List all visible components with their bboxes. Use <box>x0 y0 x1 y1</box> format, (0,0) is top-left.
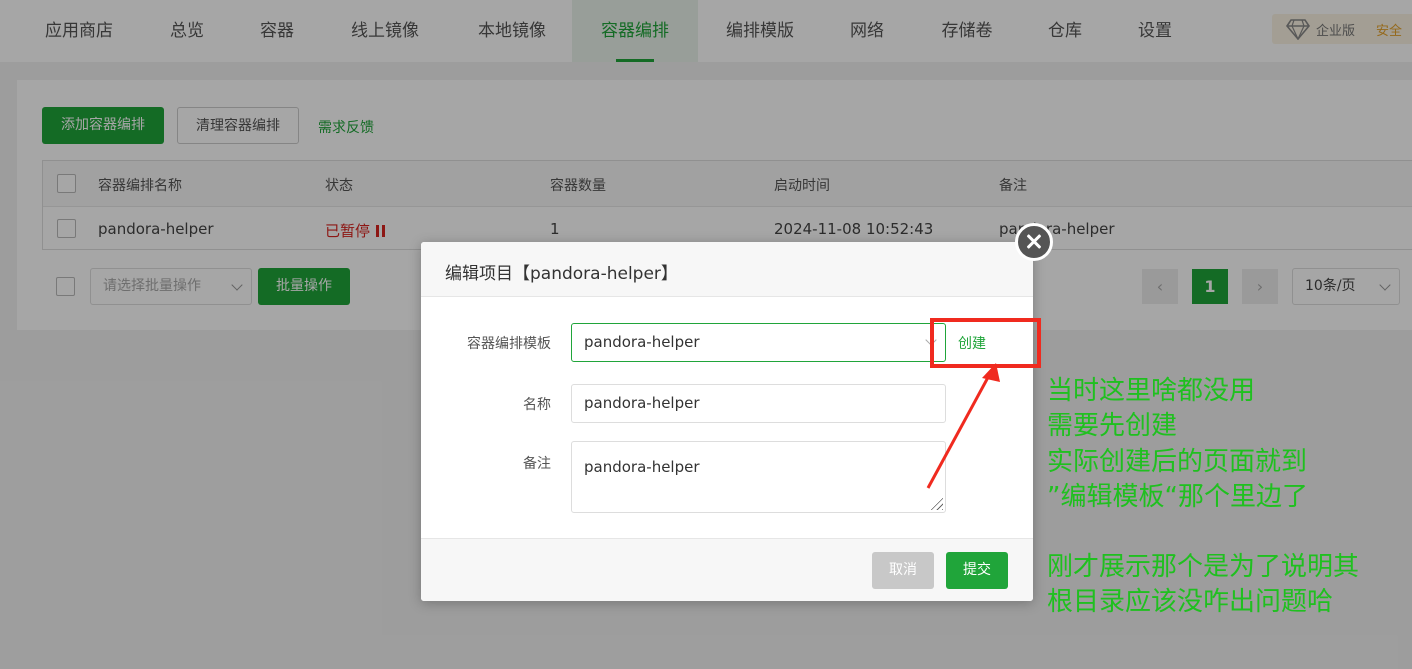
arrow-icon <box>926 363 1000 489</box>
annotation-line-1: 当时这里啥都没用 <box>1047 376 1256 406</box>
dialog-footer: 取消 提交 <box>421 538 1033 601</box>
cancel-button[interactable]: 取消 <box>872 552 934 589</box>
annotation-line-3: 实际创建后的页面就到 <box>1047 447 1308 477</box>
template-select[interactable]: pandora-helper <box>571 323 946 362</box>
resize-handle-icon[interactable] <box>929 496 943 510</box>
name-label: 名称 <box>523 397 551 413</box>
remark-textarea[interactable]: pandora-helper <box>571 441 946 513</box>
annotation-line-4: ”编辑模板“那个里边了 <box>1047 482 1308 512</box>
annotation-line-6: 刚才展示那个是为了说明其 <box>1047 552 1360 582</box>
dialog-title: 编辑项目【pandora-helper】 <box>445 264 678 284</box>
remark-label: 备注 <box>523 456 551 472</box>
submit-button[interactable]: 提交 <box>946 552 1008 589</box>
close-icon[interactable] <box>1015 223 1053 261</box>
name-input[interactable]: pandora-helper <box>571 384 946 423</box>
template-label: 容器编排模板 <box>467 336 551 352</box>
annotation-line-7: 根目录应该没咋出问题哈 <box>1047 587 1334 617</box>
annotation-line-2: 需要先创建 <box>1047 411 1178 441</box>
remark-value: pandora-helper <box>584 458 700 476</box>
template-value: pandora-helper <box>584 333 700 351</box>
dialog-header: 编辑项目【pandora-helper】 <box>421 242 1033 297</box>
